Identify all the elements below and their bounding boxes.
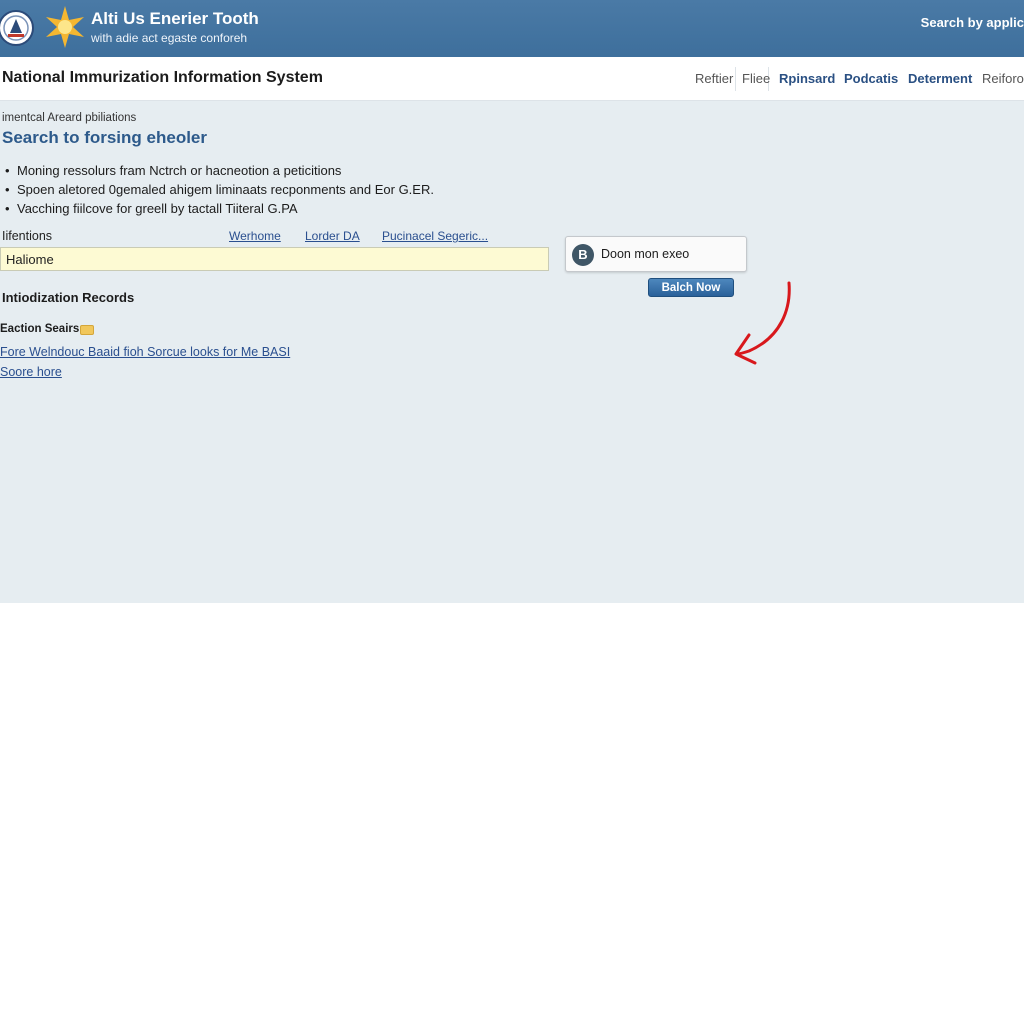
header-banner: Alti Us Enerier Tooth with adie act egas… bbox=[0, 0, 1024, 57]
folder-icon bbox=[80, 325, 94, 335]
batch-now-button[interactable]: Balch Now bbox=[648, 278, 734, 297]
brand-subtitle: with adie act egaste conforeh bbox=[91, 31, 248, 45]
nav-item-reftier[interactable]: Reftier bbox=[695, 71, 733, 86]
nav-item-podcatis[interactable]: Podcatis bbox=[844, 71, 898, 86]
star-logo-icon bbox=[46, 6, 84, 48]
agency-seal-icon bbox=[0, 10, 34, 46]
list-item: Spoen aletored 0gemaled ahigem liminaats… bbox=[5, 180, 434, 199]
page-heading: Search to forsing eheoler bbox=[2, 128, 207, 147]
section-title: Intiodization Records bbox=[2, 290, 135, 305]
info-list: Moning ressolurs fram Nctrch or hacneoti… bbox=[5, 161, 434, 218]
nav-item-determent[interactable]: Determent bbox=[908, 71, 972, 86]
search-type-dropdown[interactable]: B Doon mon exeo bbox=[565, 236, 747, 272]
sub-section-label: Eaction Seairs bbox=[0, 323, 80, 335]
search-field-label: Iifentions bbox=[2, 229, 53, 243]
b-circle-icon: B bbox=[572, 244, 594, 266]
nav-item-reiforo[interactable]: Reiforo bbox=[982, 71, 1024, 86]
search-input[interactable] bbox=[0, 247, 549, 271]
site-title: National Immurization Information System bbox=[2, 69, 323, 86]
list-item: Moning ressolurs fram Nctrch or hacneoti… bbox=[5, 161, 434, 180]
title-bar: National Immurization Information System… bbox=[0, 57, 1024, 101]
nav-item-rpinsard[interactable]: Rpinsard bbox=[779, 71, 835, 86]
link-lorder-da[interactable]: Lorder DA bbox=[305, 229, 360, 243]
link-werhome[interactable]: Werhome bbox=[229, 229, 281, 243]
link-pucinacel-segeric[interactable]: Pucinacel Segeric... bbox=[382, 229, 488, 243]
breadcrumb: imentcal Areard pbiliations bbox=[2, 112, 137, 124]
dropdown-label: Doon mon exeo bbox=[601, 247, 690, 261]
search-link[interactable]: Search by applic bbox=[921, 15, 1024, 30]
main-content: imentcal Areard pbiliations Search to fo… bbox=[0, 101, 1024, 603]
list-item: Vacching fiilcove for greell by tactall … bbox=[5, 199, 434, 218]
brand-title: Alti Us Enerier Tooth bbox=[91, 9, 259, 28]
nav-item-fliee[interactable]: Fliee bbox=[742, 71, 770, 86]
records-link[interactable]: Fore Welndouc Baaid fioh Sorcue looks fo… bbox=[0, 345, 290, 359]
score-here-link[interactable]: Soore hore bbox=[0, 365, 62, 379]
